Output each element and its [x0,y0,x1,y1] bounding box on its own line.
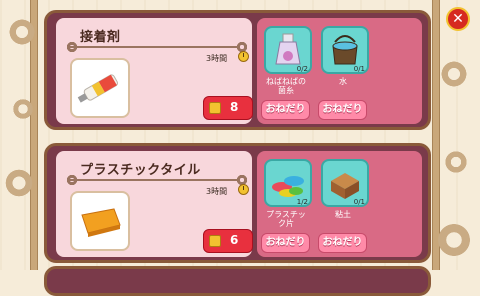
gear-decoration-icon [436,222,472,258]
instant-craft-button[interactable]: 8 [203,96,253,120]
beg-button[interactable]: おねだり [318,233,367,253]
craft-time: 3時間 [206,187,228,196]
craft-time: 3時間 [206,54,228,63]
cost-value: 8 [230,100,239,114]
material-slot[interactable]: 1/2 [264,159,312,207]
material-count: 0/2 [296,65,308,73]
glue-tube-icon [77,74,118,103]
cost-value: 6 [230,233,239,247]
material-name: 粘土 [335,210,351,219]
coin-icon [209,235,221,247]
beg-button[interactable]: おねだり [318,100,367,120]
gear-decoration-icon [444,150,468,174]
clock-icon [238,51,249,62]
gear-decoration-icon [8,18,36,46]
close-button[interactable]: ✕ [446,7,470,31]
product-image [70,58,130,118]
gear-decoration-icon [12,98,34,120]
divider [70,179,240,181]
materials-panel: 1/2 プラスチッ ク片 おねだり 0/1 粘土 おねだり [257,151,422,257]
recipe-card: 接着剤 3時間 8 0/2 ねばねばの 菌糸 おねだり 0/1 水 おねだり [44,10,431,130]
recipe-title: 接着剤 [80,30,121,45]
product-image [70,191,130,251]
material-slot[interactable]: 0/2 [264,26,312,74]
materials-panel: 0/2 ねばねばの 菌糸 おねだり 0/1 水 おねだり [257,18,422,124]
beg-button[interactable]: おねだり [261,100,310,120]
material-count: 1/2 [296,198,308,206]
material-name: 水 [339,77,347,86]
recipe-info-panel: 接着剤 3時間 8 [56,18,253,124]
beg-button[interactable]: おねだり [261,233,310,253]
recipe-card: プラスチックタイル 3時間 6 1/2 プラスチッ ク片 おねだり 0/1 粘土… [44,143,431,263]
recipe-title: プラスチックタイル [80,163,201,178]
recipe-info-panel: プラスチックタイル 3時間 6 [56,151,253,257]
gear-decoration-icon [4,168,34,198]
recipe-card [44,266,431,296]
divider [70,46,240,48]
material-slot[interactable]: 0/1 [321,26,369,74]
material-name: ねばねばの 菌糸 [266,77,306,95]
coin-icon [209,102,221,114]
instant-craft-button[interactable]: 6 [203,229,253,253]
material-name: プラスチッ ク片 [266,210,306,228]
material-slot[interactable]: 0/1 [321,159,369,207]
material-count: 0/1 [353,198,365,206]
clock-icon [238,184,249,195]
orange-tile-icon [81,208,121,237]
material-count: 0/1 [353,65,365,73]
gear-decoration-icon [440,60,468,88]
